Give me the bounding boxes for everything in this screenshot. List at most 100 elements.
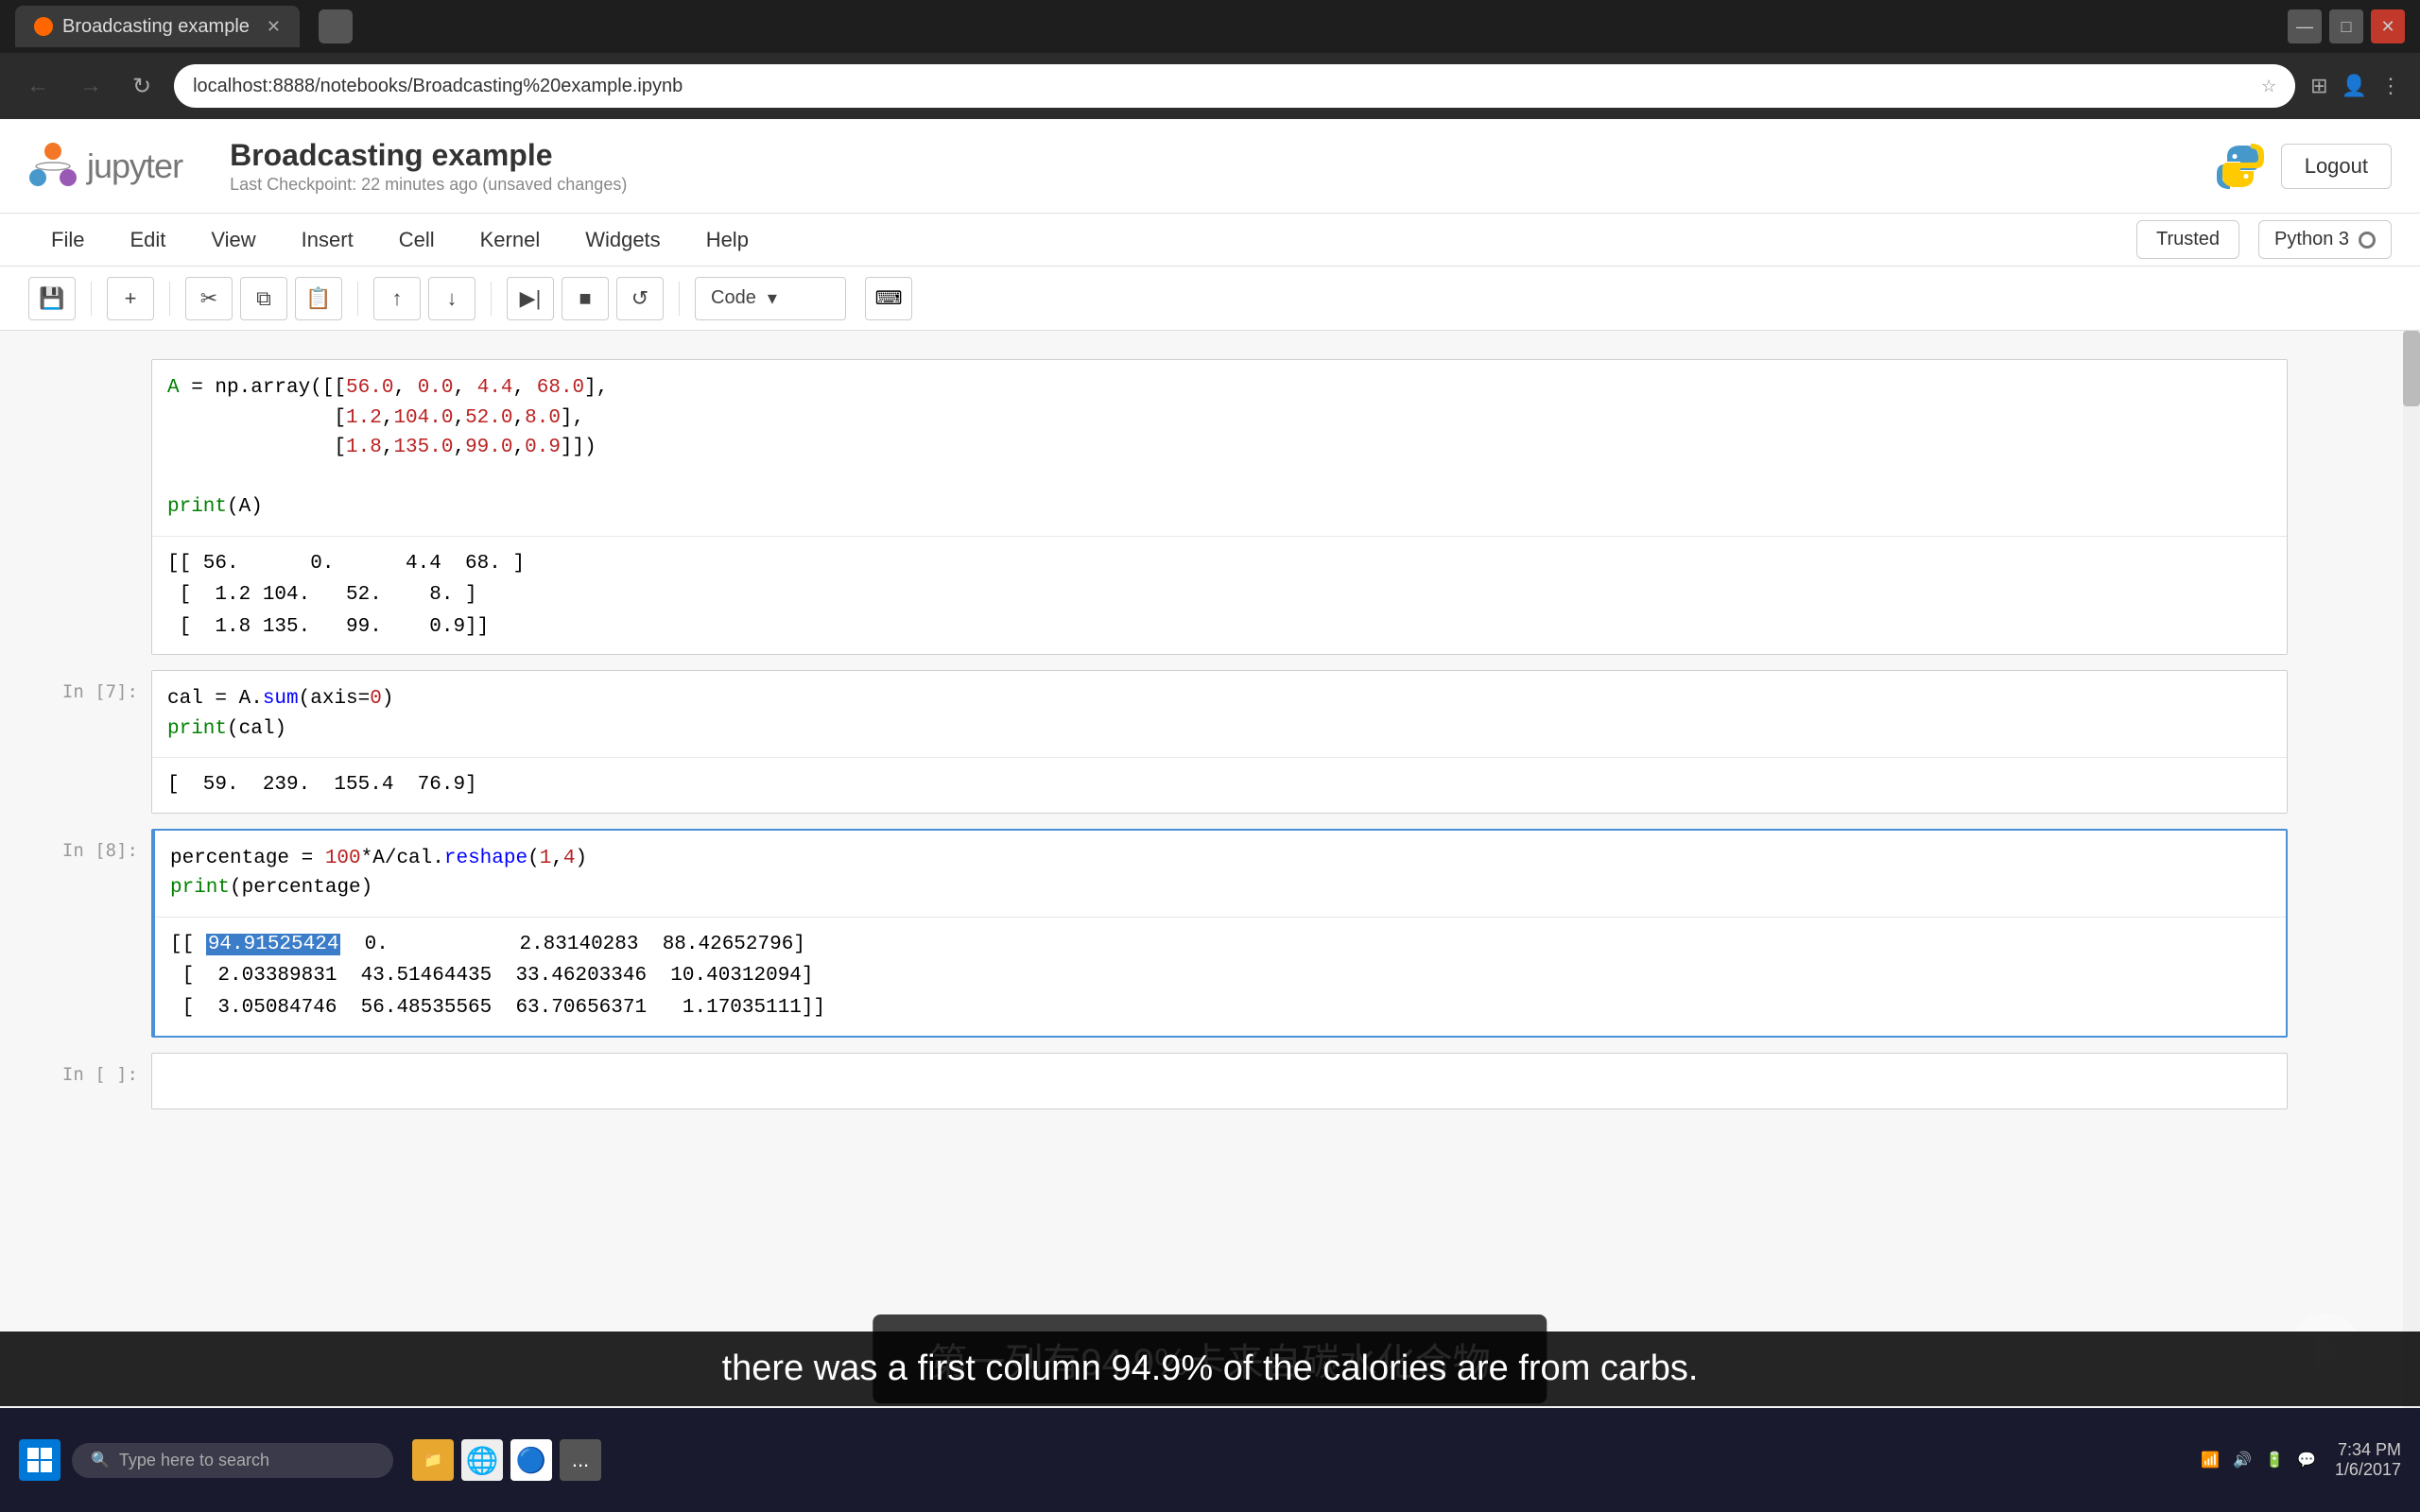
toolbar: 💾 + ✂ ⧉ 📋 ↑ ↓ ▶| ■ ↺ Code ▾ ⌨ <box>0 266 2420 331</box>
browser-right-icons: ⊞ 👤 ⋮ <box>2310 74 2401 98</box>
taskbar: 🔍 Type here to search 📁 🌐 🔵 ... 📶 🔊 🔋 💬 … <box>0 1408 2420 1512</box>
kernel-name: Python 3 <box>2274 229 2349 250</box>
logout-button[interactable]: Logout <box>2281 144 2392 189</box>
keyboard-shortcut-button[interactable]: ⌨ <box>865 277 912 320</box>
taskbar-time-text: 7:34 PM <box>2335 1440 2401 1460</box>
tab-favicon <box>34 17 53 36</box>
menu-insert[interactable]: Insert <box>279 214 376 266</box>
run-button[interactable]: ▶| <box>507 277 554 320</box>
address-bar[interactable]: localhost:8888/notebooks/Broadcasting%20… <box>174 64 2295 108</box>
restart-button[interactable]: ↺ <box>616 277 664 320</box>
jupyter-container: jupyter Broadcasting example Last Checkp… <box>0 119 2420 1512</box>
kernel-indicator: Python 3 <box>2258 220 2392 259</box>
cell-empty-code[interactable] <box>151 1053 2288 1109</box>
menu-file[interactable]: File <box>28 214 107 266</box>
paste-button[interactable]: 📋 <box>295 277 342 320</box>
notebook-checkpoint: Last Checkpoint: 22 minutes ago (unsaved… <box>230 175 627 195</box>
cell-array-margin <box>0 359 151 657</box>
tab-close-button[interactable]: ✕ <box>267 17 281 37</box>
cell-empty-content <box>151 1053 2288 1109</box>
cell-array-input: A = np.array([[56.0, 0.0, 4.4, 68.0], [1… <box>152 360 2287 536</box>
cell-array-output: [[ 56. 0. 4.4 68. ] [ 1.2 104. 52. 8. ] … <box>152 536 2287 655</box>
copy-button[interactable]: ⧉ <box>240 277 287 320</box>
cell-7-output: [ 59. 239. 155.4 76.9] <box>152 757 2287 813</box>
cell-array-content: A = np.array([[56.0, 0.0, 4.4, 68.0], [1… <box>151 359 2288 657</box>
english-subtitle: there was a first column 94.9% of the ca… <box>0 1332 2420 1406</box>
highlighted-value: 94.91525424 <box>206 934 341 955</box>
cell-array-code[interactable]: A = np.array([[56.0, 0.0, 4.4, 68.0], [1… <box>151 359 2288 655</box>
cell-8-code[interactable]: percentage = 100*A/cal.reshape(1,4) prin… <box>151 829 2288 1038</box>
taskbar-app-chrome[interactable]: 🌐 <box>461 1439 503 1481</box>
separator-1 <box>91 282 92 316</box>
jupyter-logo: jupyter <box>28 142 182 191</box>
taskbar-app-jupyter[interactable]: 🔵 <box>510 1439 552 1481</box>
browser-tab-new[interactable] <box>319 9 353 43</box>
windows-icon <box>26 1447 53 1473</box>
menu-bar: File Edit View Insert Cell Kernel Widget… <box>0 214 2420 266</box>
cell-7-input: cal = A.sum(axis=0) print(cal) <box>152 671 2287 757</box>
menu-edit[interactable]: Edit <box>107 214 188 266</box>
notebook-title[interactable]: Broadcasting example <box>230 138 627 173</box>
browser-tab-active[interactable]: Broadcasting example ✕ <box>15 6 300 47</box>
menu-dots-icon: ⋮ <box>2380 74 2401 98</box>
cell-7-code[interactable]: cal = A.sum(axis=0) print(cal) [ 59. 239… <box>151 670 2288 814</box>
menu-right: Trusted Python 3 <box>2136 220 2392 259</box>
back-button[interactable]: ← <box>19 69 57 103</box>
scrollbar-thumb[interactable] <box>2403 331 2420 406</box>
battery-icon: 🔋 <box>2265 1451 2284 1469</box>
cell-8-input: percentage = 100*A/cal.reshape(1,4) prin… <box>155 831 2286 917</box>
cell-7-margin: In [7]: <box>0 670 151 816</box>
taskbar-app-explorer[interactable]: 📁 <box>412 1439 454 1481</box>
cut-button[interactable]: ✂ <box>185 277 233 320</box>
menu-view[interactable]: View <box>188 214 278 266</box>
menu-help[interactable]: Help <box>683 214 771 266</box>
cell-8: In [8]: percentage = 100*A/cal.reshape(1… <box>0 829 2363 1040</box>
address-bar-icons: ☆ <box>2261 77 2276 96</box>
menu-kernel[interactable]: Kernel <box>458 214 563 266</box>
notification-icon: 💬 <box>2297 1451 2316 1469</box>
forward-button[interactable]: → <box>72 69 110 103</box>
extensions-icon: ⊞ <box>2310 74 2327 98</box>
move-up-button[interactable]: ↑ <box>373 277 421 320</box>
taskbar-right: 📶 🔊 🔋 💬 7:34 PM 1/6/2017 <box>2201 1440 2401 1480</box>
cell-type-select[interactable]: Code ▾ <box>695 277 846 320</box>
browser-titlebar: Broadcasting example ✕ — □ ✕ <box>0 0 2420 53</box>
cell-8-margin: In [8]: <box>0 829 151 1040</box>
add-cell-button[interactable]: + <box>107 277 154 320</box>
cell-empty-prompt: In [ ]: <box>62 1064 138 1085</box>
maximize-button[interactable]: □ <box>2329 9 2363 43</box>
taskbar-app-more[interactable]: ... <box>560 1439 601 1481</box>
jupyter-logo-icon <box>28 142 78 191</box>
header-right: Logout <box>2215 141 2392 192</box>
python-logo-icon <box>2215 141 2266 192</box>
cell-array: A = np.array([[56.0, 0.0, 4.4, 68.0], [1… <box>0 359 2363 657</box>
reload-button[interactable]: ↻ <box>125 69 159 104</box>
minimize-button[interactable]: — <box>2288 9 2322 43</box>
cell-8-output: [[ 94.91525424 0. 2.83140283 88.42652796… <box>155 917 2286 1036</box>
start-button[interactable] <box>19 1439 60 1481</box>
cell-8-content: percentage = 100*A/cal.reshape(1,4) prin… <box>151 829 2288 1040</box>
menu-widgets[interactable]: Widgets <box>562 214 683 266</box>
profile-icon: 👤 <box>2342 74 2367 98</box>
window-controls: — □ ✕ <box>2288 9 2405 43</box>
search-icon: 🔍 <box>91 1451 110 1469</box>
browser-addressbar: ← → ↻ localhost:8888/notebooks/Broadcast… <box>0 53 2420 119</box>
taskbar-search-box[interactable]: 🔍 Type here to search <box>72 1443 393 1478</box>
cell-type-chevron: ▾ <box>768 286 777 310</box>
close-button[interactable]: ✕ <box>2371 9 2405 43</box>
cell-8-prompt: In [8]: <box>62 840 138 861</box>
stop-button[interactable]: ■ <box>562 277 609 320</box>
cell-7-content: cal = A.sum(axis=0) print(cal) [ 59. 239… <box>151 670 2288 816</box>
taskbar-apps: 📁 🌐 🔵 ... <box>412 1439 601 1481</box>
system-tray-icons: 📶 🔊 🔋 💬 <box>2201 1451 2316 1469</box>
browser-chrome: Broadcasting example ✕ — □ ✕ ← → ↻ local… <box>0 0 2420 119</box>
save-button[interactable]: 💾 <box>28 277 76 320</box>
move-down-button[interactable]: ↓ <box>428 277 475 320</box>
separator-4 <box>491 282 492 316</box>
volume-icon: 🔊 <box>2233 1451 2252 1469</box>
taskbar-search-text: Type here to search <box>119 1451 269 1470</box>
cell-empty: In [ ]: <box>0 1053 2363 1109</box>
separator-5 <box>679 282 680 316</box>
trusted-button[interactable]: Trusted <box>2136 220 2239 259</box>
menu-cell[interactable]: Cell <box>376 214 458 266</box>
